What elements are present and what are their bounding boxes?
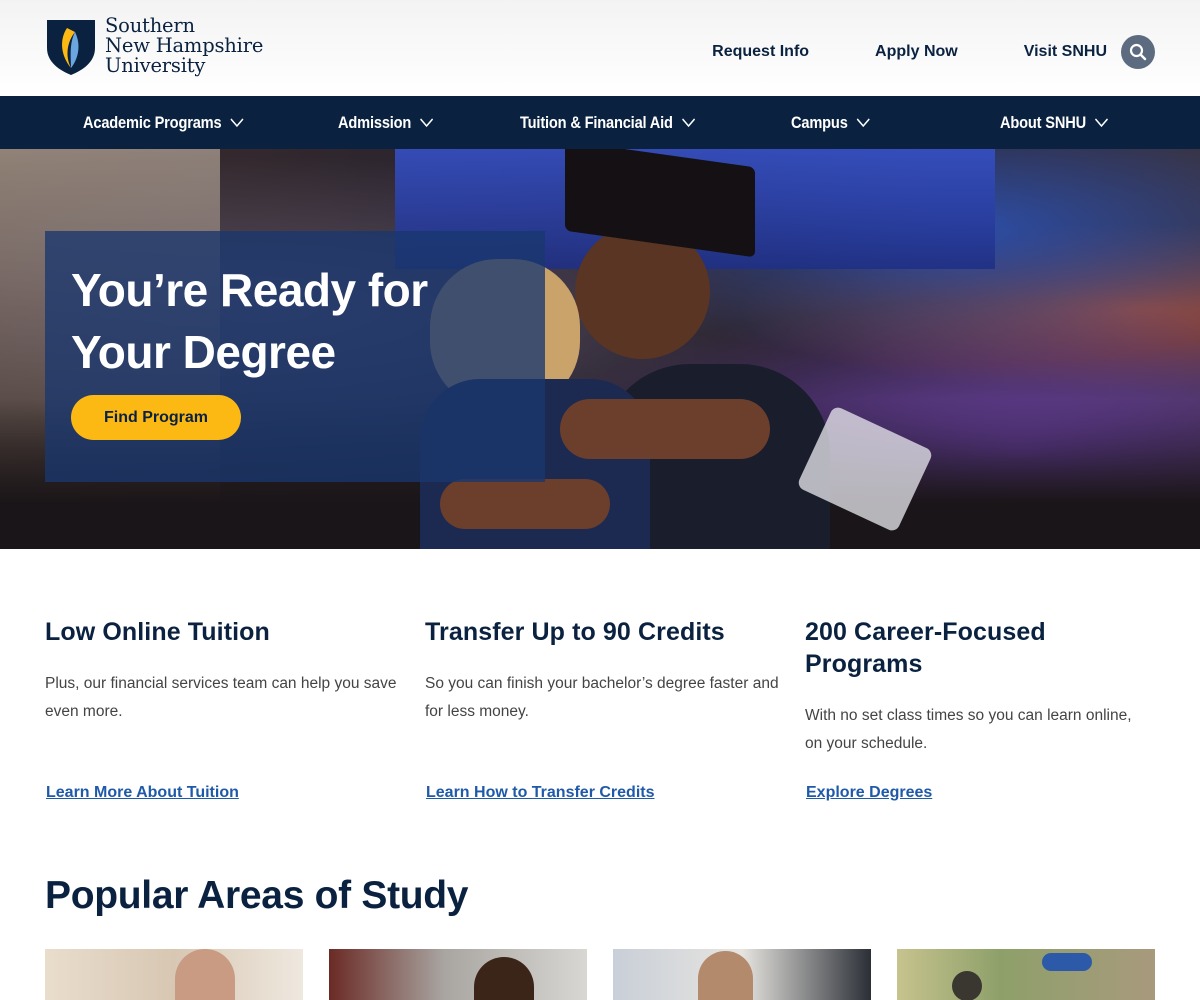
study-area-tile[interactable] (897, 949, 1155, 1000)
feature-text: So you can finish your bachelor’s degree… (425, 675, 779, 720)
hugging-hands (440, 479, 610, 529)
feature-title: Transfer Up to 90 Credits (425, 618, 725, 646)
chevron-down-icon (420, 117, 434, 127)
logo-line-2: New Hampshire (105, 34, 264, 57)
nav-label: Tuition & Financial Aid (520, 112, 673, 132)
nav-tuition-financial-aid[interactable]: Tuition & Financial Aid (520, 96, 695, 149)
main-nav: Academic Programs Admission Tuition & Fi… (0, 96, 1200, 149)
nav-label: About SNHU (1000, 112, 1086, 132)
logo-wordmark: Southern New Hampshire University (105, 16, 263, 82)
feature-programs: 200 Career-Focused Programs With no set … (805, 616, 1135, 758)
hero-title: You’re Ready for Your Degree (71, 259, 428, 383)
hero-title-line-2: Your Degree (71, 326, 336, 378)
search-icon (1129, 43, 1147, 61)
feature-title: Low Online Tuition (45, 618, 270, 646)
utility-nav: Request Info Apply Now Visit SNHU (712, 35, 1155, 69)
hugging-arm (560, 399, 770, 459)
logo-line-3: University (105, 54, 206, 77)
find-program-button[interactable]: Find Program (71, 395, 241, 440)
hero-title-line-1: You’re Ready for (71, 264, 428, 316)
hero-card: You’re Ready for Your Degree Find Progra… (45, 231, 545, 482)
study-area-tile[interactable] (613, 949, 871, 1000)
request-info-link[interactable]: Request Info (712, 35, 809, 69)
hero-banner: You’re Ready for Your Degree Find Progra… (0, 149, 1200, 549)
nav-academic-programs[interactable]: Academic Programs (83, 96, 244, 149)
snhu-logo[interactable]: Southern New Hampshire University (45, 16, 285, 82)
tile-person-image (474, 957, 534, 1000)
nav-label: Academic Programs (83, 112, 222, 132)
chevron-down-icon (681, 117, 695, 127)
tile-person-image (175, 949, 235, 1000)
search-button[interactable] (1121, 35, 1155, 69)
tile-hat-image (1042, 953, 1092, 971)
feature-title: 200 Career-Focused Programs (805, 618, 1046, 678)
learn-more-tuition-link[interactable]: Learn More About Tuition (46, 784, 239, 802)
learn-transfer-credits-link[interactable]: Learn How to Transfer Credits (426, 784, 655, 802)
visit-snhu-link[interactable]: Visit SNHU (1024, 35, 1107, 69)
explore-degrees-link[interactable]: Explore Degrees (806, 784, 932, 802)
nav-label: Campus (791, 112, 848, 132)
study-area-tile[interactable] (45, 949, 303, 1000)
nav-label: Admission (338, 112, 412, 132)
nav-campus[interactable]: Campus (791, 96, 870, 149)
logo-line-1: Southern (105, 14, 195, 37)
study-area-tile[interactable] (329, 949, 587, 1000)
shield-icon (47, 20, 95, 75)
tile-person-image (698, 951, 753, 1000)
popular-areas-title: Popular Areas of Study (45, 874, 469, 917)
feature-transfer: Transfer Up to 90 Credits So you can fin… (425, 616, 785, 726)
chevron-down-icon (1094, 117, 1108, 127)
tile-person-image (952, 971, 982, 1000)
chevron-down-icon (856, 117, 870, 127)
feature-tuition: Low Online Tuition Plus, our financial s… (45, 616, 405, 726)
feature-text: With no set class times so you can learn… (805, 707, 1132, 752)
nav-about-snhu[interactable]: About SNHU (1000, 96, 1108, 149)
nav-admission[interactable]: Admission (338, 96, 434, 149)
feature-text: Plus, our financial services team can he… (45, 675, 397, 720)
site-header: Southern New Hampshire University Reques… (0, 0, 1200, 96)
chevron-down-icon (230, 117, 244, 127)
apply-now-link[interactable]: Apply Now (875, 35, 958, 69)
